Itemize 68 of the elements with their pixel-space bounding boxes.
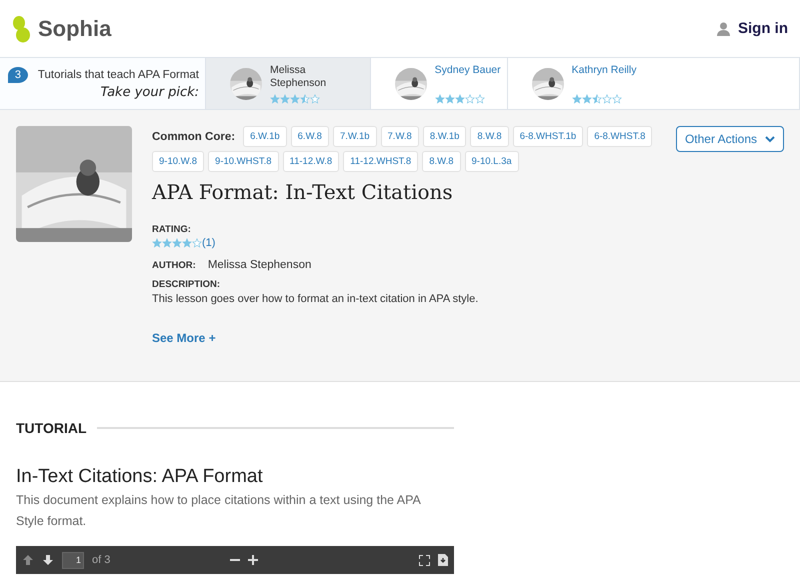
arrow-down-icon[interactable]: [42, 554, 54, 566]
star-icon: [192, 238, 202, 248]
tutorial-card[interactable]: Melissa Stephenson: [206, 58, 371, 109]
star-icon: [444, 94, 455, 104]
standard-tag[interactable]: 11-12.W.8: [282, 151, 340, 172]
star-icon: [152, 238, 162, 248]
standard-tag[interactable]: 7.W.1b: [332, 126, 377, 147]
star-icon: [310, 94, 320, 104]
description-text: This lesson goes over how to format an in-text citation in APA style.: [152, 293, 480, 305]
star-icon: [612, 94, 622, 104]
star-icon: [270, 94, 280, 104]
strip-subtitle: Take your pick:: [100, 85, 199, 100]
fullscreen-icon[interactable]: [419, 554, 430, 566]
star-icon: [182, 238, 192, 248]
star-icon: [290, 94, 300, 104]
user-icon: [717, 22, 730, 36]
arrow-up-icon[interactable]: [22, 554, 34, 566]
strip-title: Tutorials that teach APA Format: [38, 69, 199, 81]
standard-tag[interactable]: 9-10.WHST.8: [208, 151, 279, 172]
star-icon: [602, 94, 612, 104]
standard-tag[interactable]: 6.W.1b: [243, 126, 287, 147]
author-label: AUTHOR:: [152, 260, 196, 271]
card-author: Melissa Stephenson: [270, 64, 328, 90]
standard-tag[interactable]: 9-10.L.3a: [464, 151, 519, 172]
tutorial-card[interactable]: Kathryn Reilly: [508, 58, 800, 109]
standard-tag[interactable]: 8.W.8: [422, 151, 461, 172]
tutorial-card[interactable]: Sydney Bauer: [370, 58, 508, 109]
count-badge: 3: [8, 67, 28, 83]
standard-tag[interactable]: 11-12.WHST.8: [343, 151, 418, 172]
standard-tag[interactable]: 6-8.WHST.8: [587, 126, 652, 147]
standard-tag[interactable]: 9-10.W.8: [152, 151, 204, 172]
star-icon: [474, 94, 485, 104]
card-author: Sydney Bauer: [434, 64, 501, 76]
description-label: DESCRIPTION:: [152, 279, 222, 290]
logo-icon: [10, 14, 32, 42]
logo-text[interactable]: Sophia: [38, 16, 112, 42]
star-icon: [300, 94, 310, 104]
star-icon: [464, 94, 475, 104]
zoom-in-icon[interactable]: [248, 555, 258, 565]
author-name: Melissa Stephenson: [208, 259, 312, 271]
tutorial-summary: This document explains how to place citations within a text using the APA Style format.: [16, 492, 422, 530]
download-icon[interactable]: [438, 554, 448, 566]
star-icon: [454, 94, 465, 104]
star-icon: [582, 94, 592, 104]
page-count: of 3: [92, 554, 110, 566]
chevron-down-icon: [765, 136, 775, 142]
standard-tag[interactable]: 8.W.1b: [422, 126, 466, 147]
rating-count[interactable]: (1): [202, 237, 216, 249]
standard-tag[interactable]: 7.W.8: [380, 126, 419, 147]
section-label: TUTORIAL: [16, 420, 87, 436]
star-icon: [592, 94, 602, 104]
star-icon: [172, 238, 182, 248]
lesson-title: APA Format: In-Text Citations: [152, 180, 454, 204]
star-icon: [434, 94, 445, 104]
see-more-link[interactable]: See More +: [152, 331, 216, 345]
standard-tag[interactable]: 6.W.8: [290, 126, 329, 147]
star-icon: [572, 94, 582, 104]
card-author: Kathryn Reilly: [572, 64, 636, 76]
star-icon: [162, 238, 172, 248]
tutorial-heading: In-Text Citations: APA Format: [16, 466, 264, 488]
standard-tag[interactable]: 8.W.8: [470, 126, 509, 147]
standard-tag[interactable]: 6-8.WHST.1b: [512, 126, 584, 147]
page-input[interactable]: 1: [62, 552, 84, 568]
other-actions-button[interactable]: Other Actions: [676, 126, 784, 152]
sign-in-link[interactable]: Sign in: [717, 20, 788, 37]
common-core-label: Common Core:: [152, 130, 236, 142]
star-icon: [280, 94, 290, 104]
rating-label: RATING:: [152, 224, 192, 235]
